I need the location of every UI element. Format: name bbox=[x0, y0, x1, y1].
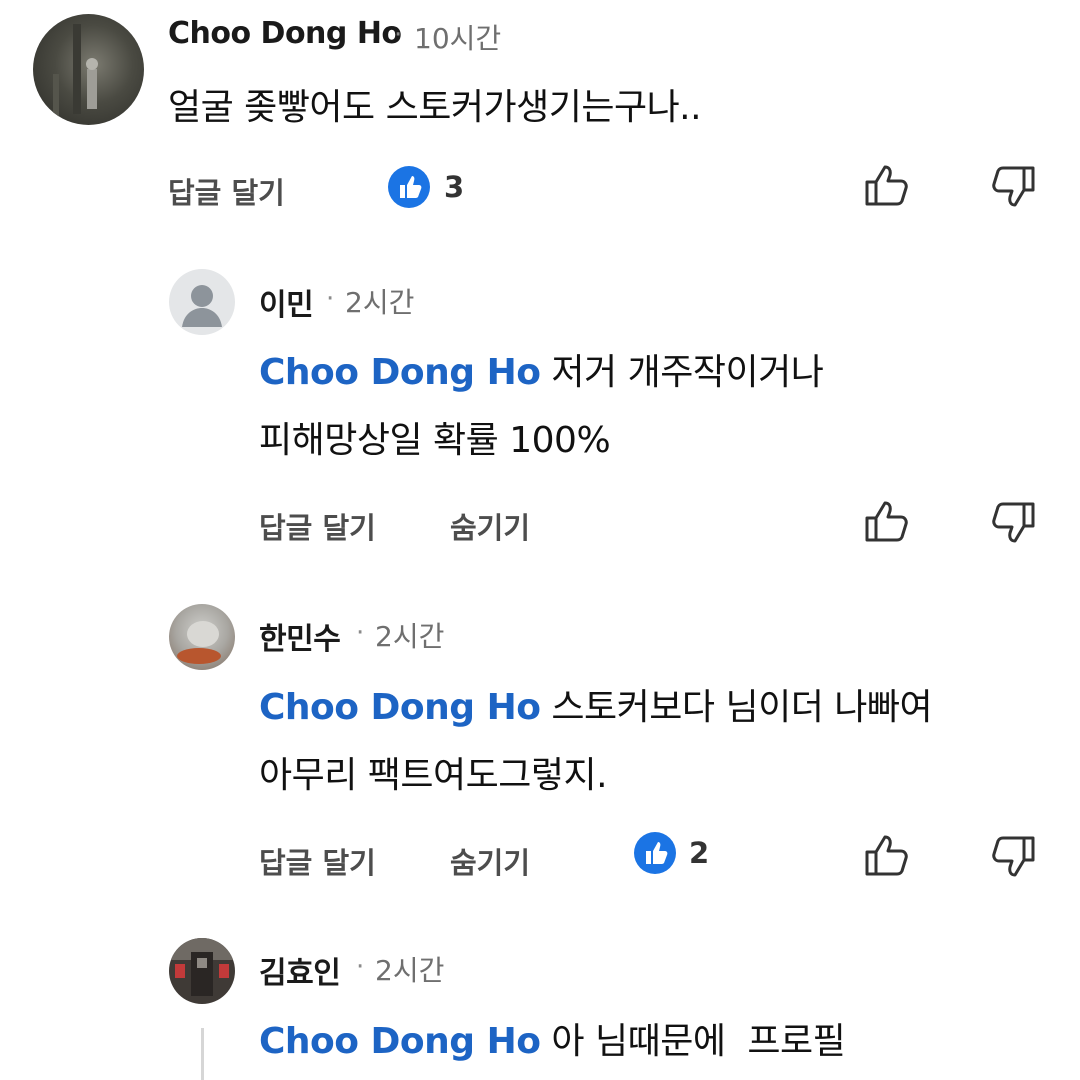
comment-text-line: 피해망상일 확률 100% bbox=[259, 420, 611, 461]
comment-text: Choo Dong Ho 스토커보다 님이더 나빠여 bbox=[259, 680, 933, 736]
comment-text-line: 아 님때문에 프로필 bbox=[551, 1021, 846, 1062]
comment-author[interactable]: 한민수 bbox=[259, 614, 341, 658]
comment-author[interactable]: Choo Dong Ho bbox=[168, 16, 402, 51]
hide-button[interactable]: 숨기기 bbox=[450, 505, 530, 547]
avatar[interactable] bbox=[169, 269, 235, 335]
like-count: 3 bbox=[444, 170, 465, 204]
like-badge-icon bbox=[388, 166, 430, 208]
reply-button[interactable]: 답글 달기 bbox=[259, 505, 376, 547]
avatar[interactable] bbox=[33, 14, 144, 125]
mention-link[interactable]: Choo Dong Ho bbox=[259, 687, 541, 728]
thumbs-down-icon bbox=[992, 166, 1035, 207]
comment-text-line: 아무리 팩트여도그렇지. bbox=[259, 755, 608, 796]
dislike-button[interactable] bbox=[988, 498, 1038, 548]
avatar[interactable] bbox=[169, 604, 235, 670]
thumbs-up-icon bbox=[865, 835, 908, 876]
dislike-button[interactable] bbox=[988, 832, 1038, 882]
comment-text-line: 스토커보다 님이더 나빠여 bbox=[551, 687, 933, 728]
comment-time: 10시간 bbox=[414, 22, 502, 55]
like-badge-icon bbox=[634, 832, 676, 874]
comment-text: Choo Dong Ho 저거 개주작이거나 bbox=[259, 345, 824, 401]
comment-author[interactable]: 이민 bbox=[259, 280, 314, 324]
thumbs-up-icon bbox=[865, 165, 908, 206]
comment-time: 2시간 bbox=[375, 954, 445, 987]
thumbs-down-icon bbox=[992, 836, 1035, 877]
hide-button[interactable]: 숨기기 bbox=[450, 840, 530, 882]
meta-separator: · bbox=[356, 952, 365, 982]
thumbs-down-icon bbox=[992, 502, 1035, 543]
like-count: 2 bbox=[689, 836, 710, 870]
comment-time: 2시간 bbox=[375, 620, 445, 653]
comment-time: 2시간 bbox=[345, 286, 415, 319]
comment-text-line: 저거 개주작이거나 bbox=[551, 352, 824, 393]
thread-line bbox=[201, 1028, 204, 1080]
like-button[interactable] bbox=[862, 160, 912, 210]
comment-text: 얼굴 좆빻어도 스토커가생기는구나.. bbox=[168, 87, 702, 128]
comment-text: Choo Dong Ho 아 님때문에 프로필 bbox=[259, 1014, 846, 1070]
mention-link[interactable]: Choo Dong Ho bbox=[259, 1021, 541, 1062]
thumbs-up-icon bbox=[865, 501, 908, 542]
like-button[interactable] bbox=[862, 830, 912, 880]
avatar[interactable] bbox=[169, 938, 235, 1004]
dislike-button[interactable] bbox=[988, 162, 1038, 212]
reply-button[interactable]: 답글 달기 bbox=[259, 840, 376, 882]
reply-button[interactable]: 답글 달기 bbox=[168, 170, 285, 212]
meta-separator: · bbox=[326, 284, 335, 314]
meta-separator: · bbox=[356, 618, 365, 648]
meta-separator: · bbox=[394, 20, 403, 50]
mention-link[interactable]: Choo Dong Ho bbox=[259, 352, 541, 393]
like-button[interactable] bbox=[862, 496, 912, 546]
comment-author[interactable]: 김효인 bbox=[259, 948, 341, 992]
